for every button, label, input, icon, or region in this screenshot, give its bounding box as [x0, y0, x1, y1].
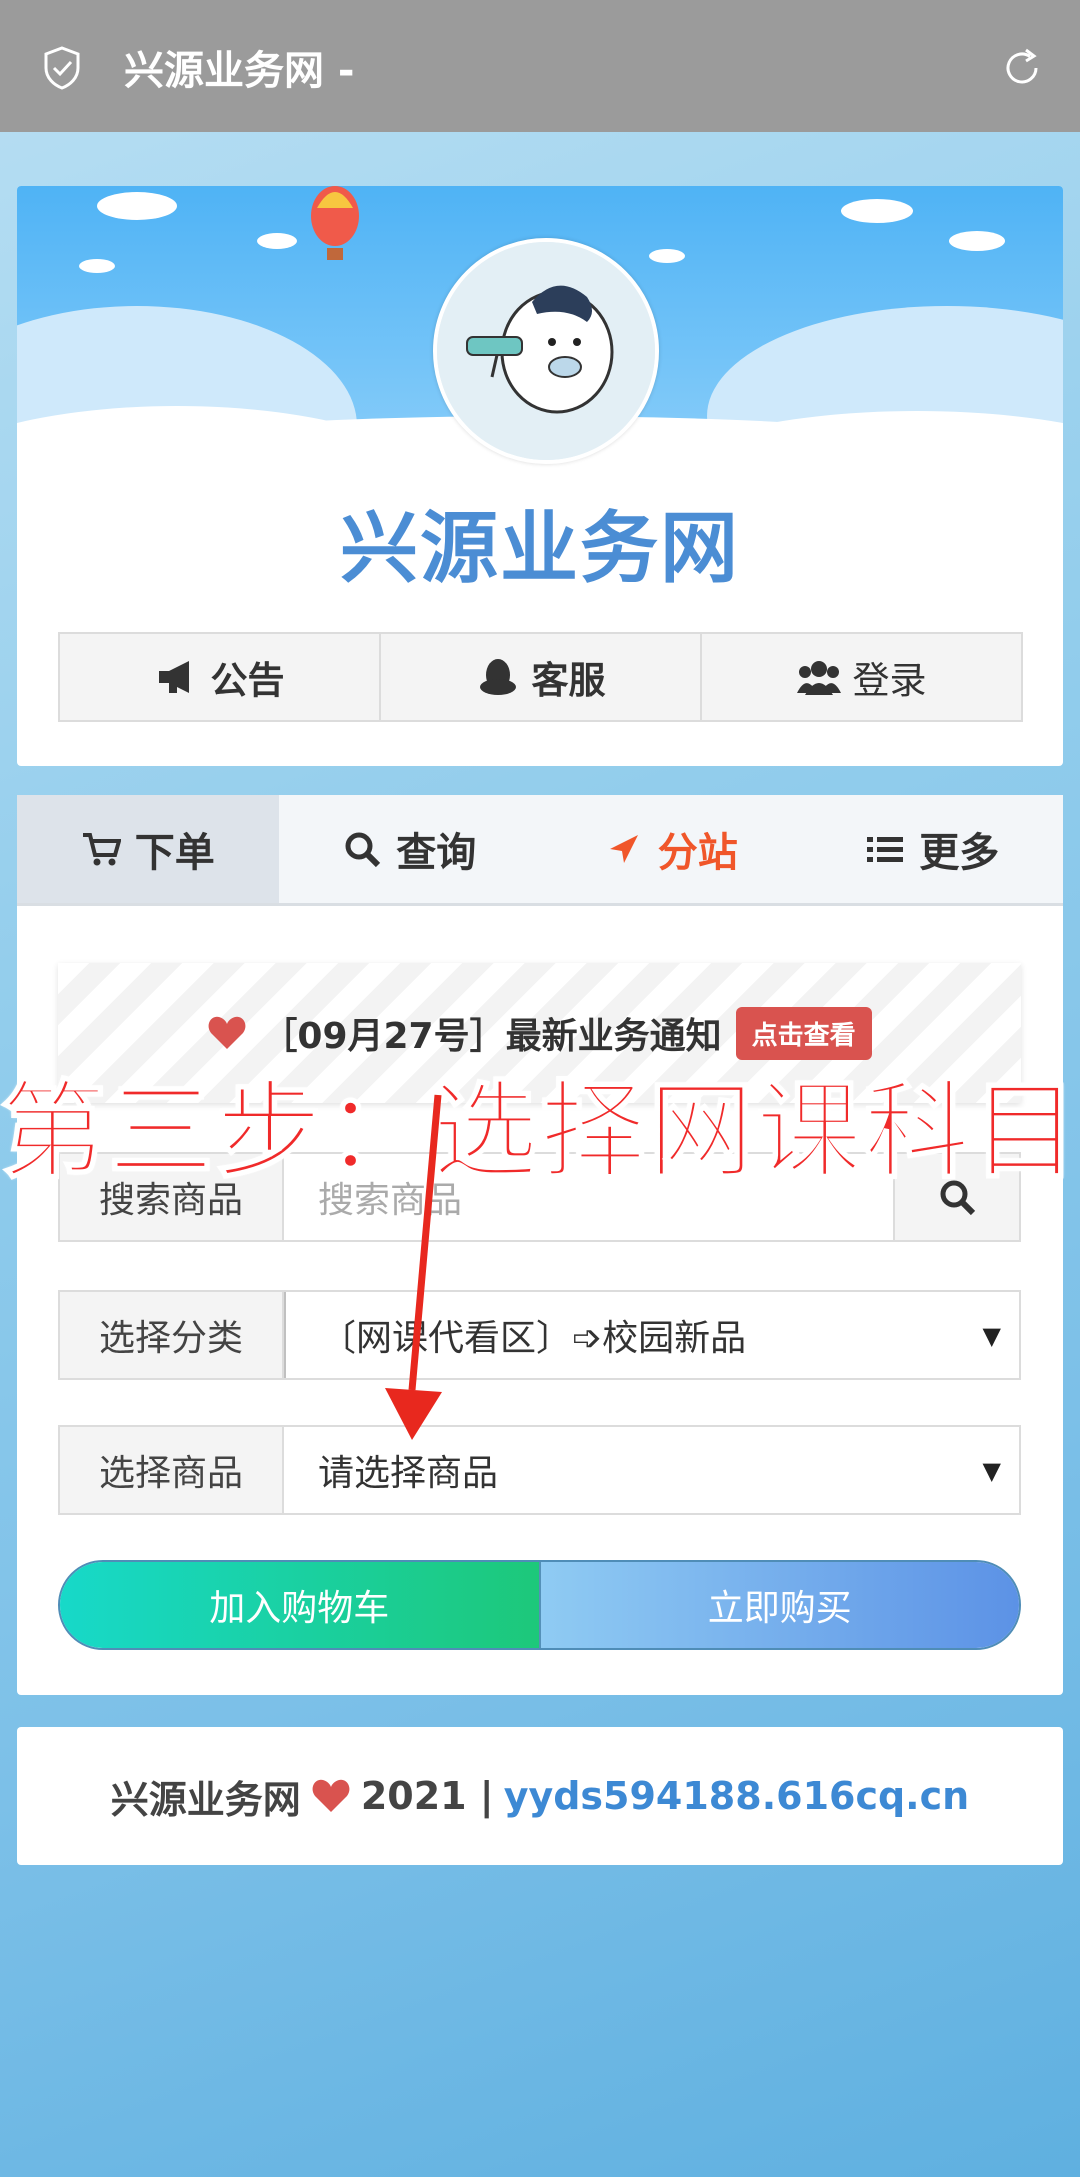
login-button[interactable]: 登录 [700, 632, 1023, 722]
customer-service-label: 客服 [531, 659, 606, 702]
browser-page-title: 兴源业务网 - [124, 48, 355, 94]
product-label: 选择商品 [60, 1427, 284, 1513]
dropdown-caret-icon: ▼ [982, 1322, 1001, 1350]
product-row: 选择商品 请选择商品 ▼ [58, 1425, 1021, 1515]
tab-order-label: 下单 [134, 830, 215, 876]
category-label: 选择分类 [60, 1292, 284, 1378]
cart-icon [82, 833, 121, 866]
customer-service-button[interactable]: 客服 [379, 632, 702, 722]
tab-query[interactable]: 查询 [279, 795, 541, 903]
purchase-button-group: 加入购物车 立即购买 [58, 1560, 1021, 1650]
browser-top-bar: 兴源业务网 - [0, 0, 1080, 132]
duck-avatar-illustration [437, 242, 655, 460]
tab-substation[interactable]: 分站 [540, 795, 802, 903]
shield-check-icon[interactable] [42, 46, 82, 90]
list-icon [867, 837, 904, 862]
footer-site-name: 兴源业务网 [110, 1777, 301, 1822]
category-row: 选择分类 〔网课代看区〕➩校园新品 ▼ [58, 1290, 1021, 1380]
penguin-icon [479, 659, 516, 695]
tab-query-label: 查询 [396, 830, 477, 876]
order-card: 下单 查询 分站 更多 ［09月27号］最新业务通知 点击查看 搜索商品 搜索商… [17, 795, 1063, 1695]
avatar [433, 238, 659, 464]
product-select[interactable]: 请选择商品 ▼ [284, 1427, 1019, 1513]
category-selected-value: 〔网课代看区〕➩校园新品 [320, 1318, 747, 1359]
category-select[interactable]: 〔网课代看区〕➩校园新品 ▼ [284, 1292, 1019, 1378]
tab-bar: 下单 查询 分站 更多 [17, 795, 1063, 906]
site-title: 兴源业务网 [339, 504, 740, 594]
tab-order[interactable]: 下单 [17, 795, 279, 903]
dropdown-caret-icon: ▼ [982, 1457, 1001, 1485]
login-label: 登录 [852, 659, 927, 702]
add-to-cart-button[interactable]: 加入购物车 [60, 1562, 541, 1648]
announcement-button[interactable]: 公告 [58, 632, 381, 722]
megaphone-icon [158, 661, 189, 693]
heart-icon [312, 1779, 350, 1812]
tab-more-label: 更多 [919, 830, 1000, 876]
header-card: 兴源业务网 公告 客服 登录 [17, 186, 1063, 766]
step-annotation-text: 第三步：选择网课科目 [0, 1069, 1080, 1194]
users-icon [796, 661, 841, 695]
footer-card: 兴源业务网 2021 | yyds594188.616cq.cn [17, 1727, 1063, 1865]
footer-year: 2021 | [360, 1774, 494, 1818]
header-button-group: 公告 客服 登录 [58, 632, 1023, 722]
refresh-icon[interactable] [1000, 46, 1044, 90]
location-arrow-icon [609, 835, 638, 863]
announcement-label: 公告 [210, 659, 285, 702]
tab-more[interactable]: 更多 [802, 795, 1064, 903]
tab-substation-label: 分站 [657, 830, 738, 876]
footer-domain-link[interactable]: yyds594188.616cq.cn [504, 1774, 970, 1818]
buy-now-button[interactable]: 立即购买 [540, 1562, 1019, 1648]
product-selected-value: 请选择商品 [318, 1453, 499, 1494]
search-icon [345, 832, 381, 868]
